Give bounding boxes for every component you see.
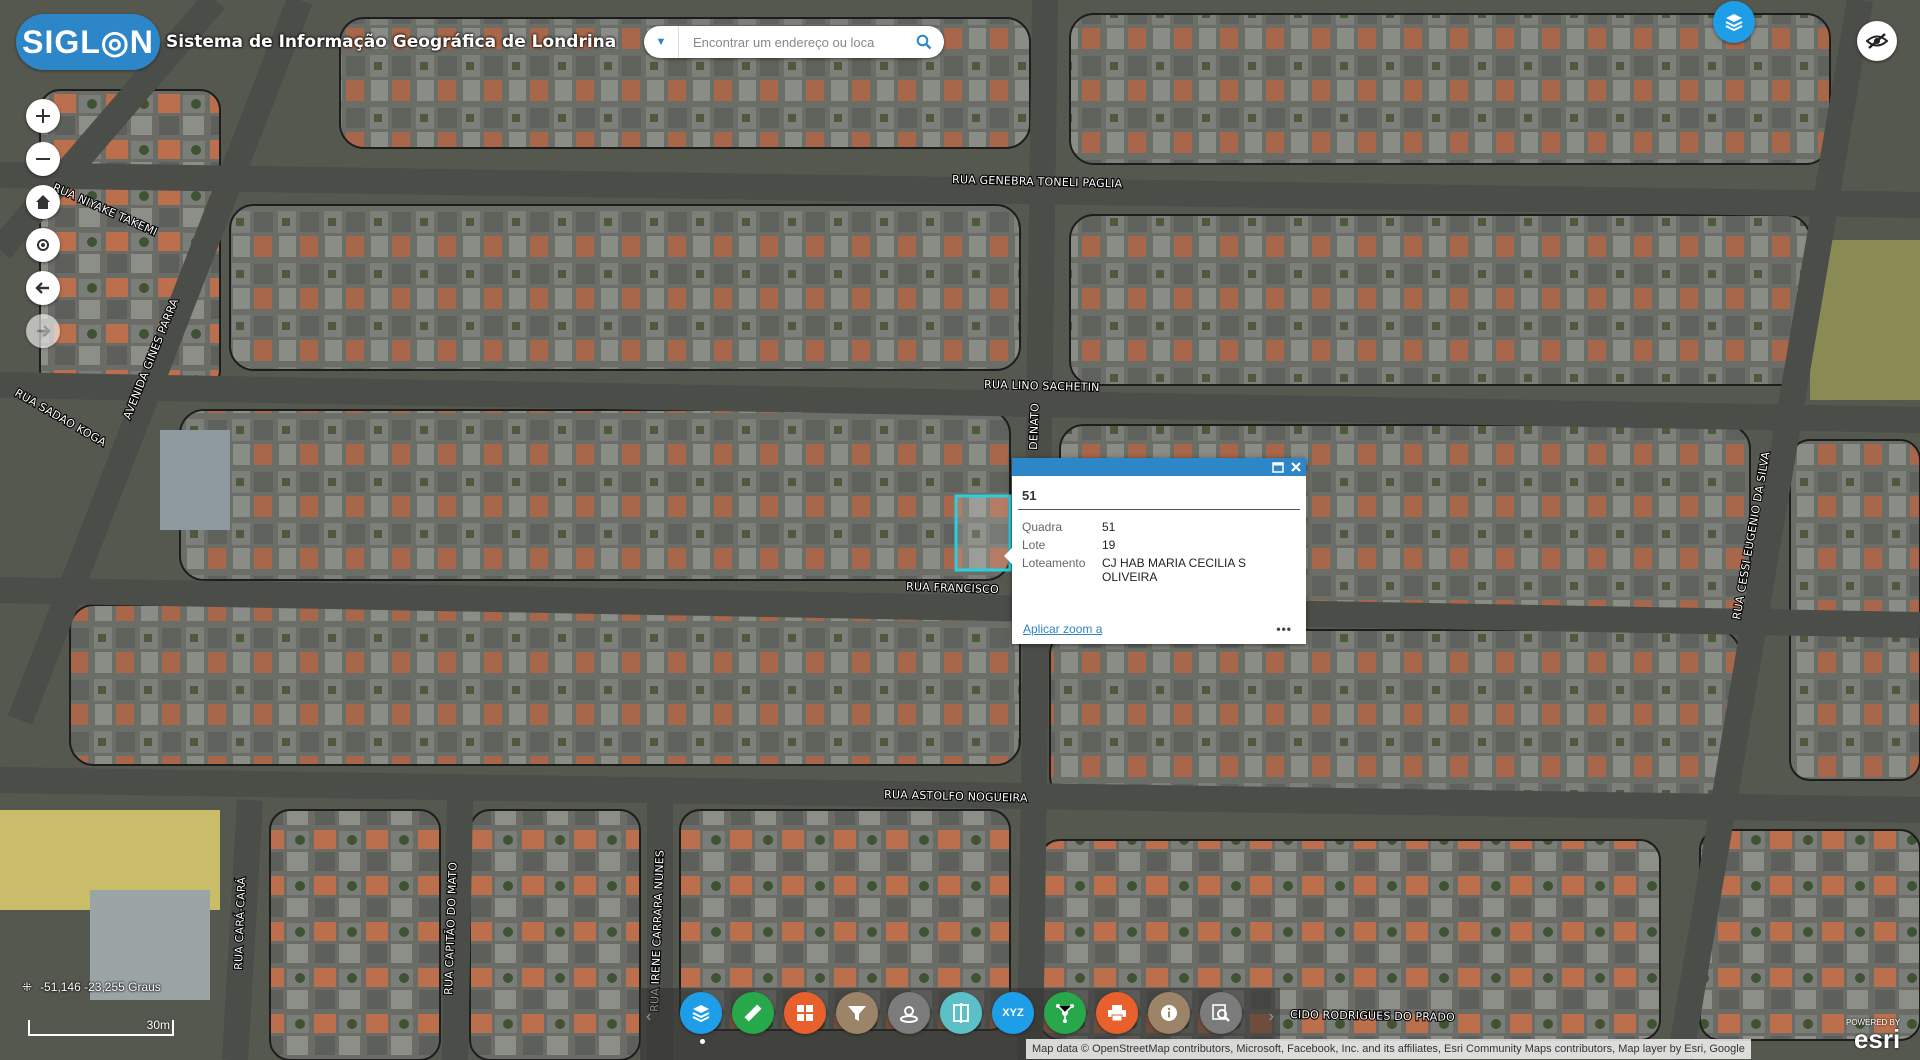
- attr-value: 19: [1102, 538, 1116, 552]
- search-button[interactable]: [904, 26, 944, 58]
- identify-tool[interactable]: [1148, 992, 1190, 1034]
- grid-icon: [797, 1005, 813, 1021]
- popup-title: 51: [1018, 476, 1300, 510]
- table-row: Lote 19: [1022, 536, 1298, 554]
- scale-label: 30m: [146, 1018, 170, 1032]
- xyz-icon: XYZ: [1002, 1007, 1024, 1019]
- search-input[interactable]: [679, 33, 904, 51]
- coordinate-readout: ⁜ -51,146 -23,255 Graus: [22, 980, 161, 994]
- network-icon: [1056, 1004, 1074, 1023]
- search-source-dropdown[interactable]: ▼: [644, 26, 679, 58]
- zoom-in-icon: [36, 109, 50, 123]
- back-button[interactable]: [26, 271, 60, 305]
- scale-bar: 30m: [28, 1018, 174, 1036]
- search-icon: [916, 34, 932, 50]
- forward-button[interactable]: [26, 314, 60, 348]
- zoom-in-button[interactable]: [26, 99, 60, 133]
- basemap-layers-button[interactable]: [1713, 1, 1755, 43]
- zoom-out-icon: [36, 158, 50, 160]
- measure-tool[interactable]: [732, 992, 774, 1034]
- more-actions-button[interactable]: •••: [1276, 622, 1292, 636]
- forward-icon: [37, 325, 51, 337]
- close-icon[interactable]: [1290, 461, 1302, 473]
- toolbar-page-dot: [700, 1039, 705, 1044]
- attr-value: CJ HAB MARIA CECILIA S OLIVEIRA: [1102, 556, 1247, 584]
- print-tool[interactable]: [1096, 992, 1138, 1034]
- app-title: Sistema de Informação Geográfica de Lond…: [166, 32, 617, 52]
- search-map-icon: [1212, 1004, 1230, 1022]
- map-attribution: Map data © OpenStreetMap contributors, M…: [1026, 1039, 1751, 1059]
- layers-icon: [1725, 14, 1743, 32]
- draw-icon: [900, 1006, 918, 1023]
- print-icon: [1108, 1005, 1126, 1022]
- popup-header-bar: [1012, 458, 1306, 476]
- grid-tool[interactable]: [784, 992, 826, 1034]
- home-icon: [36, 195, 50, 209]
- coordinate-text: -51,146 -23,255 Graus: [40, 980, 161, 994]
- network-tool[interactable]: [1044, 992, 1086, 1034]
- toggle-visibility-button[interactable]: [1857, 21, 1897, 61]
- popup-attributes: Quadra 51 Lote 19 Loteamento CJ HAB MARIA C…: [1022, 518, 1298, 586]
- feature-popup: 51 Quadra 51 Lote 19 Loteamento CJ HAB MARI…: [1004, 458, 1306, 644]
- attr-key: Loteamento: [1022, 556, 1086, 570]
- toolbar-next-icon[interactable]: ›: [1269, 1008, 1274, 1026]
- esri-logo[interactable]: POWERED BY esri: [1846, 1018, 1901, 1054]
- locate-button[interactable]: [26, 228, 60, 262]
- layers-icon: [692, 1005, 710, 1023]
- street-label: DENATO: [1027, 403, 1042, 450]
- back-icon: [35, 282, 49, 294]
- attr-value: 51: [1102, 520, 1116, 534]
- layers-tool[interactable]: [680, 992, 722, 1034]
- home-button[interactable]: [26, 185, 60, 219]
- coordinates-tool[interactable]: XYZ: [992, 992, 1034, 1034]
- table-row: Loteamento CJ HAB MARIA CECILIA S OLIVEIR…: [1022, 554, 1298, 586]
- ruler-icon: [744, 1004, 762, 1022]
- swipe-icon: [953, 1003, 969, 1023]
- maximize-icon[interactable]: [1272, 461, 1284, 473]
- esri-wordmark: esri: [1853, 1024, 1901, 1054]
- satellite-map[interactable]: RUA GENEBRA TONELI PAGLIA RUA LINO SACHE…: [0, 0, 1920, 1060]
- eye-slash-icon: [1866, 33, 1888, 49]
- swipe-tool[interactable]: [940, 992, 982, 1034]
- attr-key: Lote: [1022, 538, 1046, 552]
- toolbar-prev-icon[interactable]: ‹: [646, 1008, 651, 1026]
- popup-pointer: [1004, 548, 1012, 564]
- filter-tool[interactable]: [836, 992, 878, 1034]
- draw-tool[interactable]: [888, 992, 930, 1034]
- locate-icon: [37, 239, 49, 251]
- attr-key: Quadra: [1022, 520, 1063, 534]
- filter-icon: [848, 1006, 866, 1021]
- address-search: ▼: [644, 26, 944, 58]
- table-row: Quadra 51: [1022, 518, 1298, 536]
- info-icon: [1161, 1005, 1177, 1021]
- selected-lot: [954, 494, 1012, 572]
- zoom-out-button[interactable]: [26, 142, 60, 176]
- zoom-to-link[interactable]: Aplicar zoom a: [1023, 622, 1102, 636]
- siglon-logo[interactable]: SIGL◎N: [16, 14, 160, 70]
- query-tool[interactable]: [1200, 992, 1242, 1034]
- crosshair-icon[interactable]: ⁜: [22, 980, 32, 994]
